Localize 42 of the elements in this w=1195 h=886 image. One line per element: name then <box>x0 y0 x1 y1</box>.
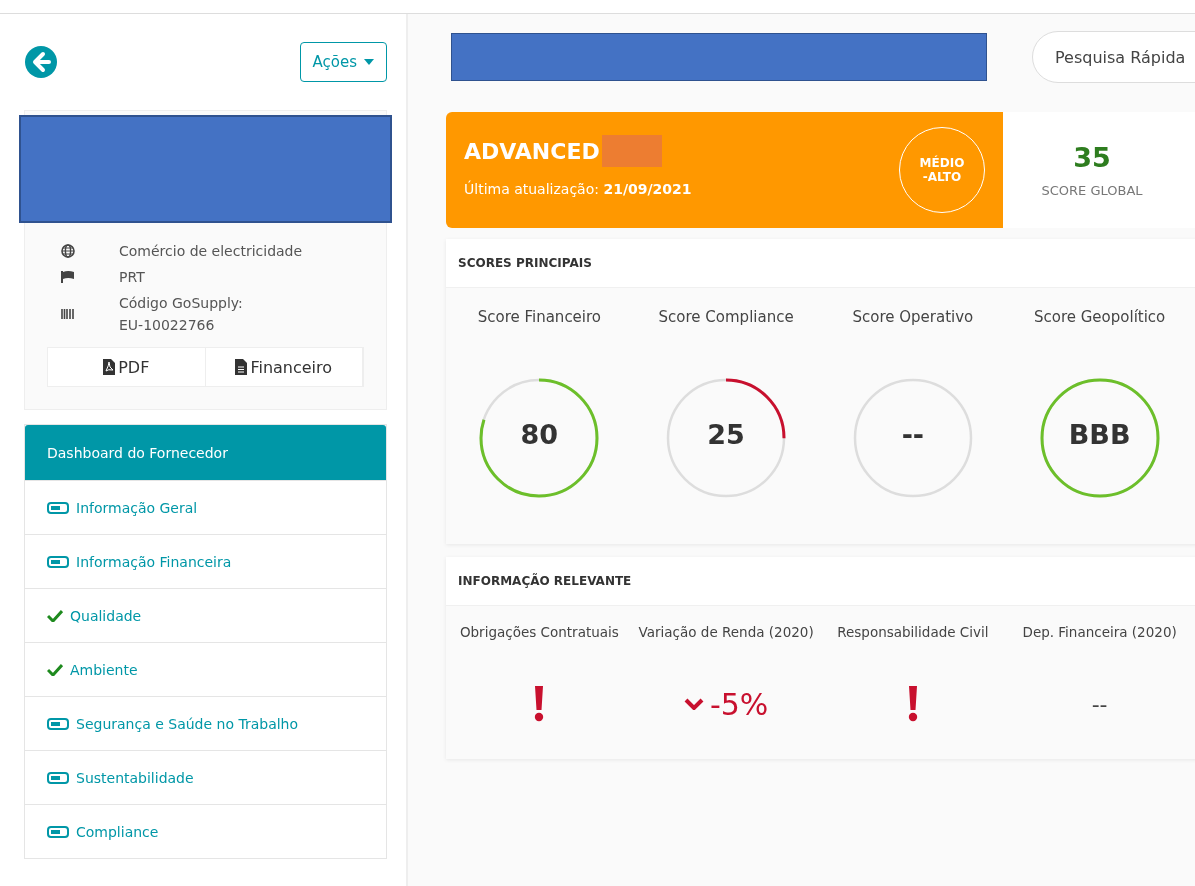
update-label: Última atualização: <box>464 181 599 197</box>
score-label: Score Financeiro <box>477 308 602 326</box>
change-value: -5% <box>709 686 769 722</box>
score-value: 25 <box>706 419 746 450</box>
score-value: BBB <box>1067 419 1132 450</box>
globe-icon <box>61 244 75 258</box>
menu-header: Dashboard do Fornecedor <box>25 425 386 480</box>
search-field[interactable]: Pesquisa Rápida <box>1032 31 1195 83</box>
actions-dropdown[interactable]: Ações <box>299 42 387 82</box>
document-icon <box>235 359 248 375</box>
banner-title: ADVANCED <box>464 138 600 164</box>
redaction-block <box>601 135 662 167</box>
flag-icon <box>61 270 75 284</box>
caret-icon <box>364 59 374 65</box>
info-label: Responsabilidade Civil <box>836 623 990 642</box>
menu-item[interactable]: Informação Geral <box>25 480 386 534</box>
menu-item[interactable]: Segurança e Saúde no Trabalho <box>25 696 386 750</box>
global-score-label: SCORE GLOBAL <box>1041 183 1143 198</box>
panel-title: INFORMAÇÃO RELEVANTE <box>446 557 1195 606</box>
score-label: Score Compliance <box>658 308 794 326</box>
profile-text: EU-10022766 <box>119 317 216 333</box>
profile-text: Comércio de electricidade <box>119 243 303 259</box>
profile-text: PRT <box>119 269 145 285</box>
menu-item[interactable]: Qualidade <box>25 588 386 642</box>
barcode-icon <box>61 307 75 321</box>
info-value: -- <box>1091 691 1108 717</box>
menu-item[interactable]: Sustentabilidade <box>25 750 386 804</box>
menu-item[interactable]: Compliance <box>25 804 386 858</box>
pdf-file-icon <box>103 359 116 375</box>
menu-item[interactable]: Informação Financeira <box>25 534 386 588</box>
panel-title: SCORES PRINCIPAIS <box>446 239 1195 288</box>
score-value: 80 <box>519 419 560 450</box>
global-score: 35 <box>1073 142 1111 173</box>
info-label: Obrigações Contratuais <box>458 623 620 642</box>
menu-item[interactable]: Ambiente <box>25 642 386 696</box>
score-value: -- <box>900 419 926 450</box>
score-label: Score Operativo <box>852 308 974 326</box>
info-label: Variação de Renda (2020) <box>637 623 815 642</box>
score-label: Score Geopolítico <box>1033 308 1166 326</box>
update-date: 21/09/2021 <box>603 181 692 197</box>
profile-text: Código GoSupply: <box>119 295 243 311</box>
info-label: Dep. Financeira (2020) <box>1021 623 1178 642</box>
